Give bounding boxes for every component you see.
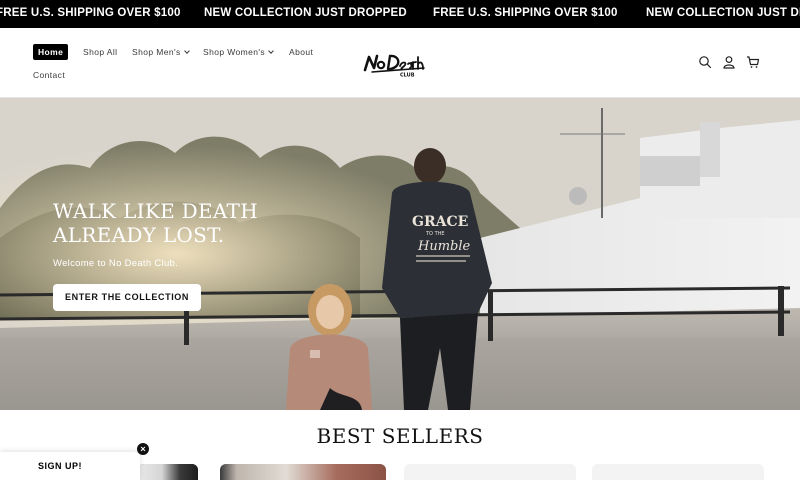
hero-title: WALK LIKE DEATH ALREADY LOST.: [53, 199, 258, 247]
product-card[interactable]: [138, 464, 198, 480]
chevron-down-icon: [183, 48, 190, 54]
nav-shop-womens[interactable]: Shop Women's: [203, 47, 274, 57]
hero-title-line: ALREADY LOST.: [53, 223, 225, 247]
nav-about[interactable]: About: [289, 47, 313, 57]
nav-contact[interactable]: Contact: [33, 70, 65, 80]
product-card[interactable]: [404, 464, 576, 480]
signup-popup[interactable]: SIGN UP!: [0, 452, 140, 480]
nav-home[interactable]: Home: [33, 44, 69, 60]
product-image: [220, 464, 386, 480]
product-image: [404, 464, 576, 480]
announcement-message: NEW COLLECTION JUST DROPPED: [204, 7, 407, 19]
product-card[interactable]: [592, 464, 764, 480]
close-icon[interactable]: ×: [137, 443, 149, 455]
site-header: Home Shop All Shop Men's Shop Women's Ab…: [0, 28, 800, 98]
hero-title-line: WALK LIKE DEATH: [53, 199, 258, 223]
nav-shop-mens[interactable]: Shop Men's: [132, 47, 190, 57]
cart-icon[interactable]: [746, 55, 760, 69]
search-icon[interactable]: [698, 55, 712, 69]
announcement-message: NEW COLLECTION JUST DROPPED: [646, 7, 800, 19]
product-image: [592, 464, 764, 480]
product-image: [138, 464, 198, 480]
svg-text:TO THE: TO THE: [425, 231, 445, 237]
announcement-bar: FREE U.S. SHIPPING OVER $100 NEW COLLECT…: [0, 0, 800, 28]
svg-text:Humble: Humble: [417, 239, 471, 254]
product-card[interactable]: [220, 464, 386, 480]
announcement-message: FREE U.S. SHIPPING OVER $100: [0, 7, 181, 19]
nav-shop-womens-label: Shop Women's: [203, 47, 266, 57]
announcement-message: FREE U.S. SHIPPING OVER $100: [433, 7, 618, 19]
svg-text:GRACE: GRACE: [412, 214, 468, 230]
hero-banner: GRACE TO THE Humble WALK LIKE DEATH ALRE…: [0, 98, 800, 410]
best-sellers-heading: BEST SELLERS: [316, 424, 484, 448]
enter-collection-button[interactable]: ENTER THE COLLECTION: [53, 284, 201, 311]
nav-shop-all[interactable]: Shop All: [83, 47, 117, 57]
account-icon[interactable]: [722, 55, 736, 69]
hero-image: GRACE TO THE Humble: [0, 98, 800, 410]
chevron-down-icon: [268, 48, 274, 54]
brand-logo[interactable]: CLUB: [362, 50, 428, 78]
nav-shop-mens-label: Shop Men's: [132, 47, 181, 57]
signup-label: SIGN UP!: [38, 461, 83, 471]
svg-text:CLUB: CLUB: [400, 73, 415, 79]
hero-subtitle: Welcome to No Death Club.: [53, 258, 179, 269]
